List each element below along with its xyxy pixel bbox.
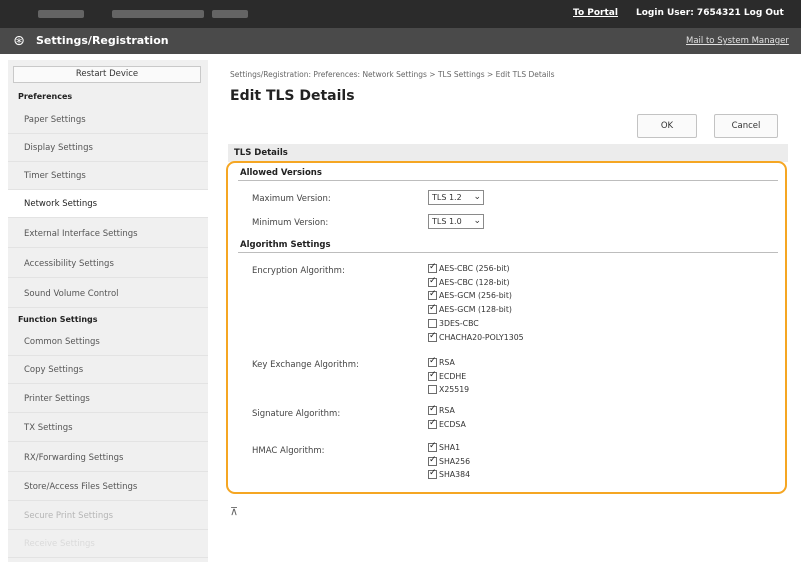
- login-user-info[interactable]: Login User: 7654321 Log Out: [636, 8, 784, 18]
- sidebar-item-display-settings[interactable]: Display Settings: [8, 134, 208, 162]
- sidebar-section-preferences: Preferences: [18, 92, 73, 101]
- sidebar-item-receive-settings[interactable]: Receive Settings: [8, 530, 208, 558]
- divider: [238, 180, 778, 181]
- sidebar-item-store-access-files-settings[interactable]: Store/Access Files Settings: [8, 473, 208, 501]
- sidebar: Restart Device Preferences Paper Setting…: [8, 60, 208, 562]
- mail-to-system-manager-link[interactable]: Mail to System Manager: [686, 36, 789, 46]
- sidebar-item-paper-settings[interactable]: Paper Settings: [8, 106, 208, 134]
- checked-checkbox-icon[interactable]: [428, 468, 437, 479]
- tls-details-section-header: TLS Details: [228, 144, 788, 162]
- sidebar-item-external-interface-settings[interactable]: External Interface Settings: [8, 220, 208, 248]
- algorithm-settings-heading: Algorithm Settings: [240, 240, 331, 250]
- highlight-frame: [226, 161, 787, 494]
- hmac-algorithm-checkbox[interactable]: SHA256: [428, 455, 471, 467]
- app-title: Settings/Registration: [36, 34, 169, 47]
- blurred-model-text: [112, 10, 204, 18]
- encryption-algorithm-checkbox[interactable]: CHACHA20-POLY1305: [428, 331, 524, 343]
- checked-checkbox-icon[interactable]: [428, 370, 437, 381]
- hmac-algorithm-checkbox-label: SHA384: [439, 470, 471, 479]
- signature-algorithm-checkbox[interactable]: RSA: [428, 404, 455, 416]
- encryption-algorithm-label: Encryption Algorithm:: [252, 266, 345, 276]
- checked-checkbox-icon[interactable]: [428, 441, 437, 452]
- checked-checkbox-icon[interactable]: [428, 404, 437, 415]
- checked-checkbox-icon[interactable]: [428, 276, 437, 287]
- sidebar-item-secure-print-settings[interactable]: Secure Print Settings: [8, 502, 208, 530]
- sidebar-section-function-settings: Function Settings: [18, 315, 98, 324]
- hmac-algorithm-checkbox-label: SHA1: [439, 443, 461, 452]
- signature-algorithm-checkbox-label: RSA: [439, 406, 455, 415]
- sidebar-item-copy-settings[interactable]: Copy Settings: [8, 356, 208, 384]
- allowed-versions-heading: Allowed Versions: [240, 168, 322, 178]
- chevron-down-icon: ⌄: [473, 216, 481, 226]
- encryption-algorithm-checkbox[interactable]: AES-GCM (128-bit): [428, 303, 512, 315]
- to-portal-link[interactable]: To Portal: [573, 8, 618, 18]
- encryption-algorithm-checkbox[interactable]: AES-GCM (256-bit): [428, 289, 512, 301]
- encryption-algorithm-checkbox-label: AES-GCM (256-bit): [439, 291, 512, 301]
- sidebar-item-printer-settings[interactable]: Printer Settings: [8, 385, 208, 413]
- encryption-algorithm-checkbox[interactable]: AES-CBC (256-bit): [428, 262, 510, 274]
- encryption-algorithm-checkbox-label: AES-CBC (256-bit): [439, 264, 510, 273]
- cancel-button[interactable]: Cancel: [714, 114, 778, 138]
- minimum-version-value: TLS 1.0: [432, 217, 462, 226]
- signature-algorithm-checkbox[interactable]: ECDSA: [428, 418, 466, 430]
- sidebar-item-timer-settings[interactable]: Timer Settings: [8, 162, 208, 190]
- hmac-algorithm-checkbox[interactable]: SHA384: [428, 468, 471, 480]
- checked-checkbox-icon[interactable]: [428, 331, 437, 342]
- sidebar-item-accessibility-settings[interactable]: Accessibility Settings: [8, 250, 208, 278]
- page-title: Edit TLS Details: [230, 88, 355, 104]
- restart-device-button[interactable]: Restart Device: [13, 66, 201, 83]
- hmac-algorithm-checkbox[interactable]: SHA1: [428, 441, 461, 453]
- sidebar-item-network-settings[interactable]: Network Settings: [8, 190, 208, 218]
- top-bar: To Portal Login User: 7654321 Log Out: [0, 0, 801, 28]
- encryption-algorithm-checkbox-label: AES-GCM (128-bit): [439, 305, 512, 315]
- encryption-algorithm-checkbox[interactable]: 3DES-CBC: [428, 318, 479, 329]
- sidebar-item-sound-volume-control[interactable]: Sound Volume Control: [8, 280, 208, 308]
- key-exchange-algorithm-checkbox-label: ECDHE: [439, 371, 467, 381]
- breadcrumb: Settings/Registration: Preferences: Netw…: [230, 70, 555, 79]
- hmac-algorithm-checkbox-label: SHA256: [439, 456, 471, 466]
- ok-button[interactable]: OK: [637, 114, 697, 138]
- hmac-algorithm-label: HMAC Algorithm:: [252, 446, 325, 456]
- encryption-algorithm-checkbox-label: CHACHA20-POLY1305: [439, 332, 524, 342]
- minimum-version-select[interactable]: TLS 1.0 ⌄: [428, 214, 484, 229]
- chevron-down-icon: ⌄: [473, 192, 481, 202]
- checked-checkbox-icon[interactable]: [428, 418, 437, 429]
- checked-checkbox-icon[interactable]: [428, 289, 437, 301]
- key-exchange-algorithm-checkbox-label: RSA: [439, 358, 455, 367]
- settings-logo-icon: ⊛: [13, 33, 25, 49]
- sidebar-item-rx-forwarding-settings[interactable]: RX/Forwarding Settings: [8, 444, 208, 472]
- signature-algorithm-label: Signature Algorithm:: [252, 409, 341, 419]
- key-exchange-algorithm-checkbox-label: X25519: [439, 385, 470, 394]
- encryption-algorithm-checkbox[interactable]: AES-CBC (128-bit): [428, 276, 510, 288]
- divider: [238, 252, 778, 253]
- unchecked-checkbox-icon[interactable]: [428, 385, 437, 394]
- back-to-top-icon[interactable]: ⊼: [230, 505, 238, 518]
- minimum-version-label: Minimum Version:: [252, 218, 329, 228]
- maximum-version-label: Maximum Version:: [252, 194, 331, 204]
- blurred-model-text: [38, 10, 84, 18]
- encryption-algorithm-checkbox-label: AES-CBC (128-bit): [439, 277, 510, 287]
- maximum-version-value: TLS 1.2: [432, 193, 462, 202]
- key-exchange-algorithm-label: Key Exchange Algorithm:: [252, 360, 359, 370]
- app-header: ⊛ Settings/Registration Mail to System M…: [0, 28, 801, 54]
- checked-checkbox-icon[interactable]: [428, 262, 437, 273]
- unchecked-checkbox-icon[interactable]: [428, 318, 437, 328]
- blurred-model-text: [212, 10, 248, 18]
- maximum-version-select[interactable]: TLS 1.2 ⌄: [428, 190, 484, 205]
- checked-checkbox-icon[interactable]: [428, 455, 437, 466]
- checked-checkbox-icon[interactable]: [428, 356, 437, 367]
- signature-algorithm-checkbox-label: ECDSA: [439, 419, 466, 429]
- encryption-algorithm-checkbox-label: 3DES-CBC: [439, 318, 479, 328]
- checked-checkbox-icon[interactable]: [428, 303, 437, 315]
- key-exchange-algorithm-checkbox[interactable]: RSA: [428, 356, 455, 368]
- sidebar-item-common-settings[interactable]: Common Settings: [8, 328, 208, 356]
- key-exchange-algorithm-checkbox[interactable]: X25519: [428, 384, 469, 395]
- key-exchange-algorithm-checkbox[interactable]: ECDHE: [428, 370, 467, 382]
- sidebar-item-tx-settings[interactable]: TX Settings: [8, 414, 208, 442]
